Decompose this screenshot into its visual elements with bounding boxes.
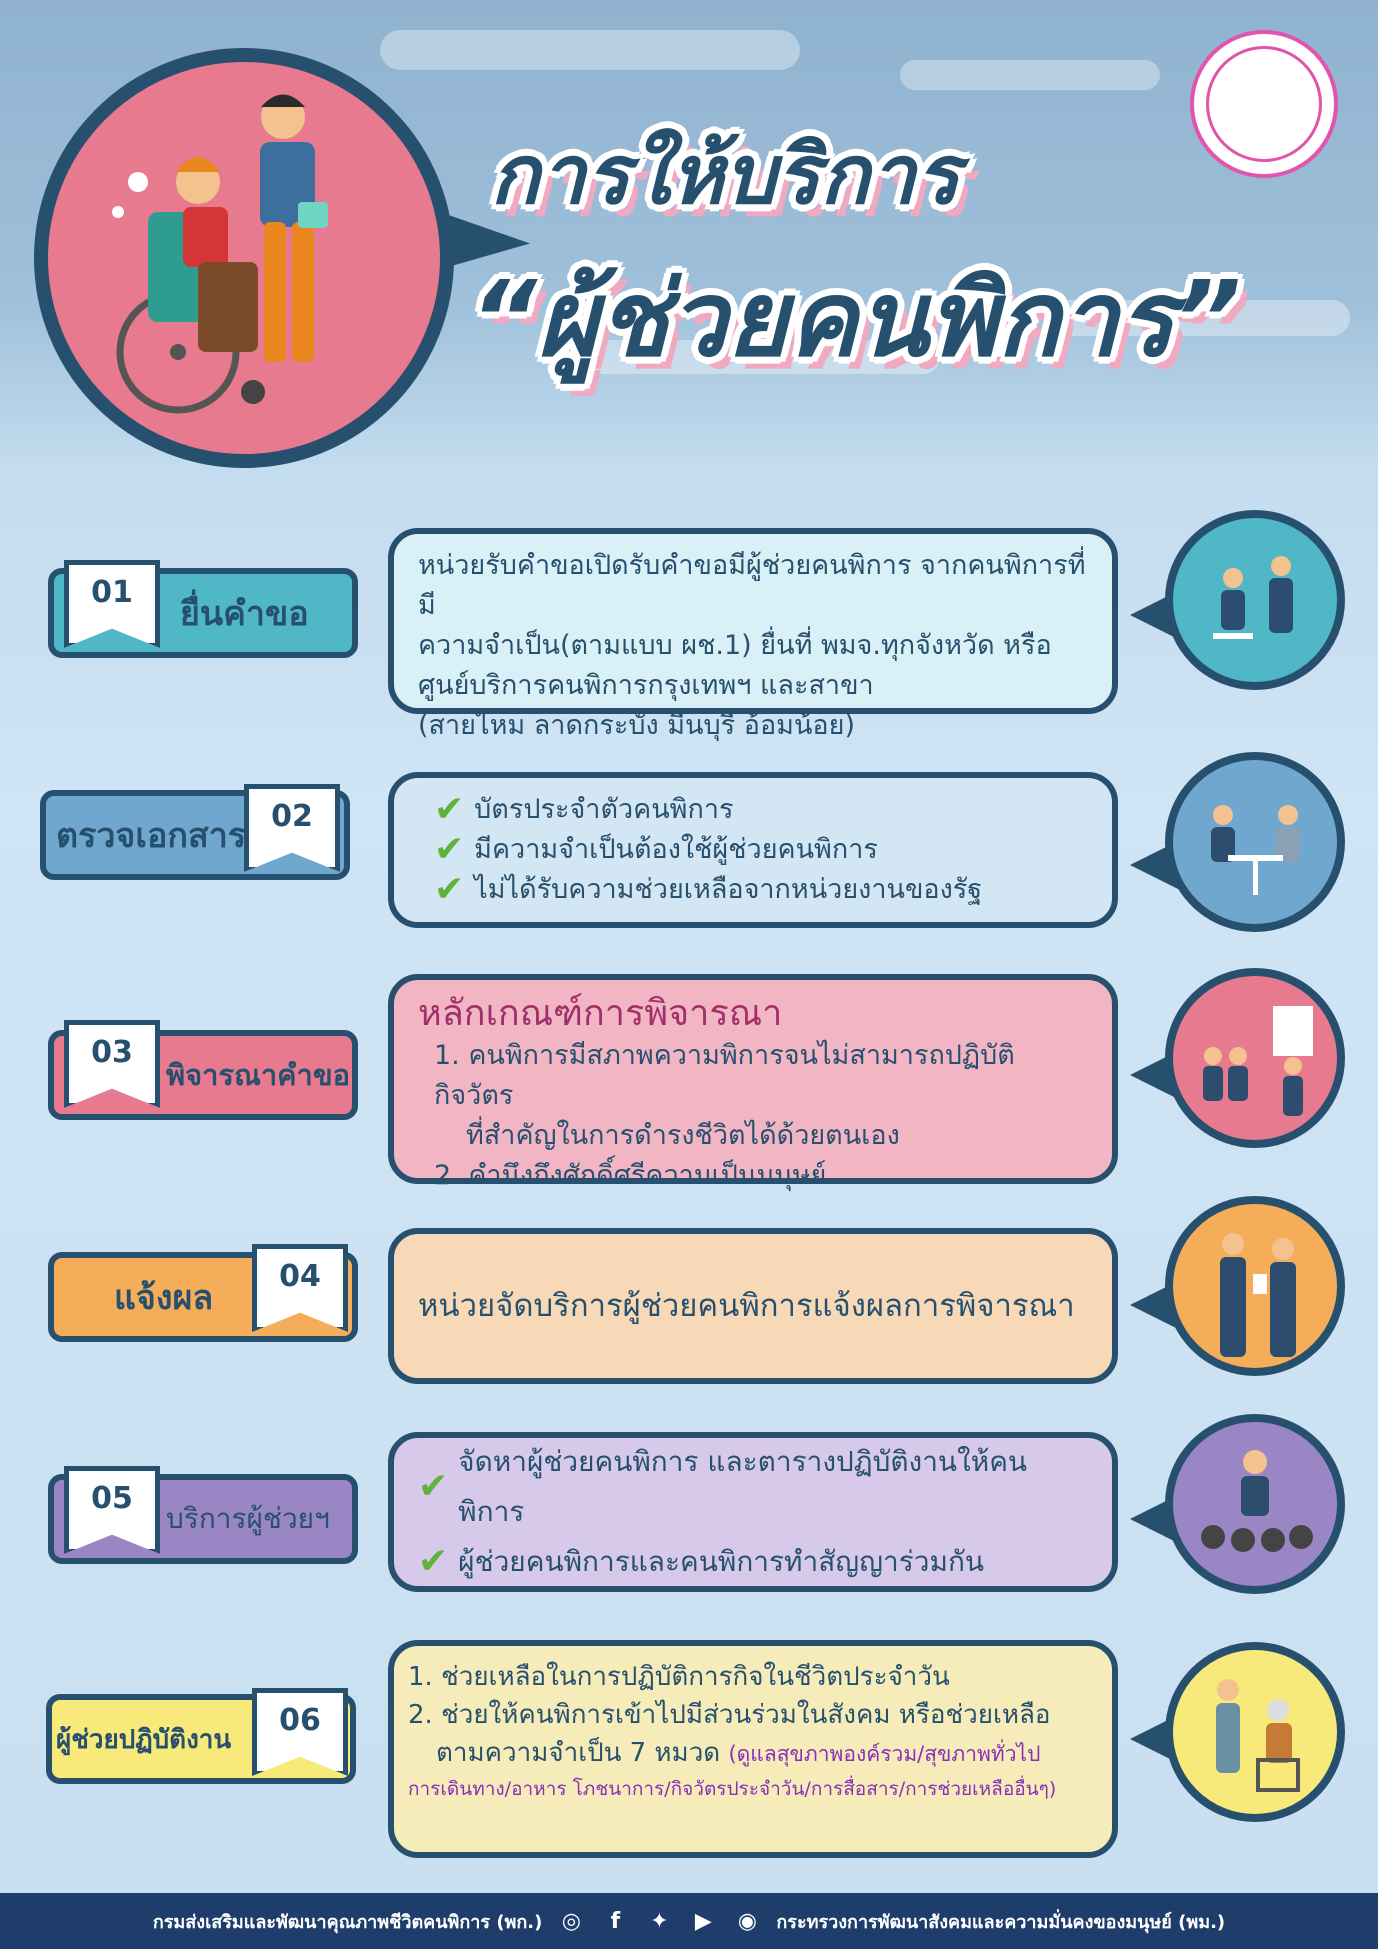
step-label-text: บริการผู้ช่วยฯ [166,1502,330,1535]
cloud-decoration [900,60,1160,90]
title-block: การให้บริการ “ผู้ช่วยคนพิการ” [470,110,1330,401]
checklist-item: ✔ บัตรประจำตัวคนพิการ [434,790,1088,830]
step-02-box: ✔ บัตรประจำตัวคนพิการ ✔ มีความจำเป็นต้องใช… [388,772,1118,928]
speaker-audience-icon [1201,1450,1313,1552]
category-note: การเดินทาง/อาหาร โภชนาการ/กิจวัตรประจำวั… [408,1778,1057,1800]
step-label-text: ยื่นคำขอ [180,594,309,634]
infographic-page: การให้บริการ “ผู้ช่วยคนพิการ” ยื่นคำขอ 0… [0,0,1378,1949]
step-text: หน่วยจัดบริการผู้ช่วยคนพิการแจ้งผลการพิจ… [418,1288,1075,1324]
duty-item-text: ตามความจำเป็น 7 หมวด [436,1738,721,1768]
step-label-text: พิจารณาคำขอ [166,1058,351,1092]
step-text-line: ความจำเป็น(ตามแบบ ผช.1) ยื่นที่ พมจ.ทุกจ… [418,630,1052,661]
step-05-box: ✔ จัดหาผู้ช่วยคนพิการ และตารางปฏิบัติงานใ… [388,1432,1118,1592]
youtube-icon[interactable]: ▶ [688,1906,718,1936]
presentation-audience-icon [1203,1006,1313,1116]
footer-department: กรมส่งเสริมและพัฒนาคุณภาพชีวิตคนพิการ (พ… [152,1911,543,1933]
duty-item: 2. ช่วยให้คนพิการเข้าไปมีส่วนร่วมในสังคม… [408,1700,1051,1730]
duty-item: 1. ช่วยเหลือในการปฏิบัติการกิจในชีวิตประ… [408,1662,950,1692]
checklist-item: ✔ ผู้ช่วยคนพิการและคนพิการทำสัญญาร่วมกัน [418,1537,1088,1587]
step-04-image [1165,1196,1345,1376]
step-01-image [1165,510,1345,690]
caregiver-elderly-icon [1216,1679,1300,1792]
check-icon: ✔ [418,1466,449,1507]
globe-icon[interactable]: ◎ [556,1906,586,1936]
step-02-image [1165,752,1345,932]
criteria-heading: หลักเกณฑ์การพิจารณา [418,993,783,1034]
cloud-decoration [380,30,800,70]
twitter-icon[interactable]: ✦ [644,1906,674,1936]
checklist-text: ไม่ได้รับความช่วยเหลือจากหน่วยงานของรัฐ [474,874,983,905]
checklist-text: จัดหาผู้ช่วยคนพิการ และตารางปฏิบัติงานให… [458,1445,1028,1528]
check-icon: ✔ [418,1541,449,1582]
facebook-icon[interactable]: f [600,1906,630,1936]
footer-ministry: กระทรวงการพัฒนาสังคมและความมั่นคงของมนุษ… [776,1911,1226,1933]
criteria-item: 1. คนพิการมีสภาพความพิการจนไม่สามารถปฏิบ… [434,1040,1015,1111]
category-note: (ดูแลสุขภาพองค์รวม/สุขภาพทั่วไป [728,1742,1041,1766]
checklist-text: ผู้ช่วยคนพิการและคนพิการทำสัญญาร่วมกัน [458,1545,985,1578]
page-title-line2: “ผู้ช่วยคนพิการ” [470,258,1242,380]
instagram-icon[interactable]: ◉ [732,1906,762,1936]
wheelchair-caregiver-icon [112,94,328,414]
step-06-box: 1. ช่วยเหลือในการปฏิบัติการกิจในชีวิตประ… [388,1640,1118,1858]
check-icon: ✔ [434,829,465,870]
check-icon: ✔ [434,789,465,830]
criteria-item: ที่สำคัญในการดำรงชีวิตได้ด้วยตนเอง [466,1120,900,1151]
meeting-people-icon [1213,556,1293,639]
interview-table-icon [1211,805,1300,895]
step-06-image [1165,1642,1345,1822]
checklist-item: ✔ มีความจำเป็นต้องใช้ผู้ช่วยคนพิการ [434,830,1088,870]
checklist-item: ✔ จัดหาผู้ช่วยคนพิการ และตารางปฏิบัติงานใ… [418,1437,1088,1537]
checklist-text: บัตรประจำตัวคนพิการ [474,794,734,825]
step-text-line: หน่วยรับคำขอเปิดรับคำขอมีผู้ช่วยคนพิการ … [418,550,1086,621]
ministry-seal-logo [1190,30,1338,178]
step-label-text: ตรวจเอกสาร [56,816,247,856]
checklist-item: ✔ ไม่ได้รับความช่วยเหลือจากหน่วยงานของรัฐ [434,870,1088,910]
step-text-line: ศูนย์บริการคนพิการกรุงเทพฯ และสาขา [418,670,874,701]
hero-illustration [34,48,454,468]
business-people-icon [1220,1233,1296,1357]
step-text-line: (สายไหม ลาดกระบัง มีนบุรี อ้อมน้อย) [418,710,855,741]
step-label-text: แจ้งผล [114,1278,214,1318]
duty-item-continued: ตามความจำเป็น 7 หมวด (ดูแลสุขภาพองค์รวม/… [408,1734,1088,1773]
step-03-image [1165,968,1345,1148]
seal-inner-ring [1206,46,1322,162]
checklist-text: มีความจำเป็นต้องใช้ผู้ช่วยคนพิการ [474,834,878,865]
step-03-box: หลักเกณฑ์การพิจารณา 1. คนพิการมีสภาพความ… [388,974,1118,1191]
criteria-item: 2. คำนึงถึงศักดิ์ศรีความเป็นมนุษย์ [434,1160,827,1191]
step-04-box: หน่วยจัดบริการผู้ช่วยคนพิการแจ้งผลการพิจ… [388,1228,1118,1384]
check-icon: ✔ [434,869,465,910]
step-01-box: หน่วยรับคำขอเปิดรับคำขอมีผู้ช่วยคนพิการ … [388,528,1118,741]
step-label-text: ผู้ช่วยปฏิบัติงาน [56,1724,232,1755]
step-05-image [1165,1414,1345,1594]
footer-bar: กรมส่งเสริมและพัฒนาคุณภาพชีวิตคนพิการ (พ… [0,1893,1378,1949]
